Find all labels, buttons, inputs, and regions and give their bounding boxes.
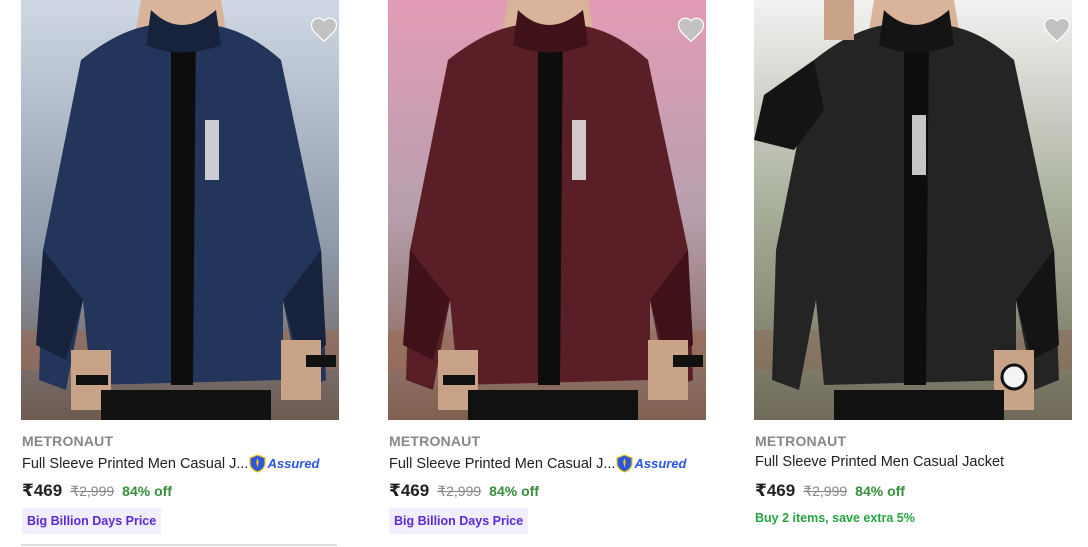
price-row: ₹469 ₹2,999 84% off xyxy=(22,481,172,501)
assured-shield-icon xyxy=(616,454,634,473)
product-image[interactable] xyxy=(388,0,706,420)
discount-percent: 84% off xyxy=(855,483,905,499)
assured-badge: Assured xyxy=(249,454,320,473)
product-title-row[interactable]: Full Sleeve Printed Men Casual Jacket xyxy=(755,454,1004,470)
brand-name: METRONAUT xyxy=(755,433,847,449)
original-price: ₹2,999 xyxy=(437,483,482,499)
selling-price: ₹469 xyxy=(755,481,796,500)
product-card[interactable]: METRONAUT Full Sleeve Printed Men Casual… xyxy=(21,0,339,547)
original-price: ₹2,999 xyxy=(70,483,115,499)
jacket-image xyxy=(754,0,1072,420)
product-title-row[interactable]: Full Sleeve Printed Men Casual J... Assu… xyxy=(389,454,687,473)
wishlist-heart-icon[interactable] xyxy=(1042,15,1072,45)
product-title-row[interactable]: Full Sleeve Printed Men Casual J... Assu… xyxy=(22,454,320,473)
product-image[interactable] xyxy=(754,0,1072,420)
selling-price: ₹469 xyxy=(22,481,63,500)
product-title[interactable]: Full Sleeve Printed Men Casual J... xyxy=(22,456,248,472)
discount-percent: 84% off xyxy=(122,483,172,499)
wishlist-heart-icon[interactable] xyxy=(309,15,339,45)
brand-name: METRONAUT xyxy=(389,433,481,449)
assured-badge: Assured xyxy=(616,454,687,473)
selling-price: ₹469 xyxy=(389,481,430,500)
product-card[interactable]: METRONAUT Full Sleeve Printed Men Casual… xyxy=(754,0,1072,547)
product-title[interactable]: Full Sleeve Printed Men Casual J... xyxy=(389,456,615,472)
assured-label: Assured xyxy=(634,456,687,471)
assured-shield-icon xyxy=(249,454,267,473)
original-price: ₹2,999 xyxy=(803,483,848,499)
jacket-image xyxy=(388,0,706,420)
big-billion-days-badge: Big Billion Days Price xyxy=(22,508,162,534)
product-title[interactable]: Full Sleeve Printed Men Casual Jacket xyxy=(755,454,1004,470)
big-billion-days-badge: Big Billion Days Price xyxy=(389,508,529,534)
product-image[interactable] xyxy=(21,0,339,420)
price-row: ₹469 ₹2,999 84% off xyxy=(755,481,905,501)
price-row: ₹469 ₹2,999 84% off xyxy=(389,481,539,501)
wishlist-heart-icon[interactable] xyxy=(676,15,706,45)
divider xyxy=(21,544,337,546)
bundle-offer-text: Buy 2 items, save extra 5% xyxy=(755,511,915,525)
discount-percent: 84% off xyxy=(489,483,539,499)
assured-label: Assured xyxy=(267,456,320,471)
product-card[interactable]: METRONAUT Full Sleeve Printed Men Casual… xyxy=(388,0,706,547)
jacket-image xyxy=(21,0,339,420)
brand-name: METRONAUT xyxy=(22,433,114,449)
